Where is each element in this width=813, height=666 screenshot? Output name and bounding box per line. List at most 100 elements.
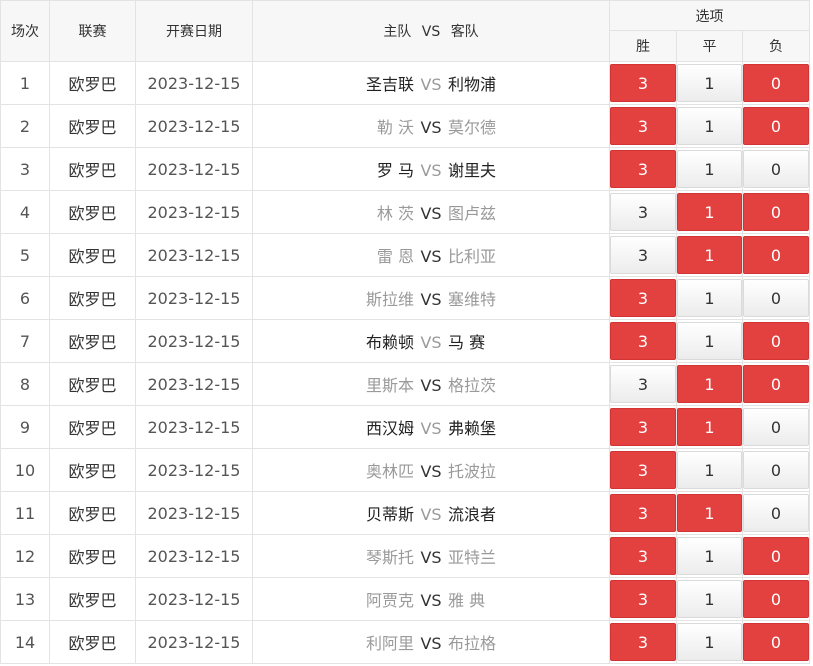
- home-team: 贝蒂斯: [365, 505, 414, 524]
- lose-option-button[interactable]: 0: [743, 365, 809, 403]
- win-option-cell: 3: [609, 190, 677, 234]
- lose-option-button[interactable]: 0: [743, 236, 809, 274]
- win-option-button[interactable]: 3: [610, 322, 676, 360]
- vs-label: VS: [420, 290, 442, 309]
- table-row: 6 欧罗巴 2023-12-15 斯拉维 VS 塞维特 3 1 0: [0, 276, 811, 320]
- draw-option-button[interactable]: 1: [677, 451, 742, 489]
- win-option-button[interactable]: 3: [610, 365, 676, 403]
- table-row: 4 欧罗巴 2023-12-15 林 茨 VS 图卢兹 3 1 0: [0, 190, 811, 234]
- lose-option-cell: 0: [741, 491, 811, 535]
- row-match: 林 茨 VS 图卢兹: [252, 190, 610, 234]
- draw-option-button[interactable]: 1: [677, 365, 742, 403]
- table-row: 8 欧罗巴 2023-12-15 里斯本 VS 格拉茨 3 1 0: [0, 362, 811, 406]
- draw-option-button[interactable]: 1: [677, 494, 742, 532]
- draw-option-cell: 1: [676, 104, 743, 148]
- win-option-button[interactable]: 3: [610, 150, 676, 188]
- win-option-button[interactable]: 3: [610, 623, 676, 661]
- match-selection-panel: 场次 联赛 开赛日期 主队 VS 客队 选项 胜 平 负 1 欧罗巴 2023-12…: [0, 0, 813, 666]
- win-option-button[interactable]: 3: [610, 236, 676, 274]
- vs-label: VS: [420, 161, 442, 180]
- lose-option-button[interactable]: 0: [743, 451, 809, 489]
- win-option-button[interactable]: 3: [610, 279, 676, 317]
- vs-label: VS: [420, 419, 442, 438]
- away-team: 流浪者: [448, 505, 497, 524]
- away-team: 马 赛: [448, 333, 486, 352]
- table-row: 10 欧罗巴 2023-12-15 奥林匹 VS 托波拉 3 1 0: [0, 448, 811, 492]
- row-number: 6: [0, 276, 50, 320]
- draw-option-cell: 1: [676, 534, 743, 578]
- draw-option-cell: 1: [676, 319, 743, 363]
- win-option-cell: 3: [609, 104, 677, 148]
- header-vs: VS: [421, 24, 441, 40]
- win-option-button[interactable]: 3: [610, 537, 676, 575]
- draw-option-button[interactable]: 1: [677, 64, 742, 102]
- row-league: 欧罗巴: [49, 534, 136, 578]
- row-match: 西汉姆 VS 弗赖堡: [252, 405, 610, 449]
- row-league: 欧罗巴: [49, 190, 136, 234]
- win-option-button[interactable]: 3: [610, 580, 676, 618]
- vs-label: VS: [420, 333, 442, 352]
- vs-label: VS: [420, 462, 442, 481]
- row-date: 2023-12-15: [135, 405, 253, 449]
- lose-option-button[interactable]: 0: [743, 322, 809, 360]
- lose-option-button[interactable]: 0: [743, 537, 809, 575]
- win-option-button[interactable]: 3: [610, 64, 676, 102]
- win-option-cell: 3: [609, 577, 677, 621]
- match-rows: 1 欧罗巴 2023-12-15 圣吉联 VS 利物浦 3 1 0 2 欧罗巴 2023-12-15 勒…: [0, 61, 811, 664]
- lose-option-button[interactable]: 0: [743, 64, 809, 102]
- header-match: 主队 VS 客队: [252, 0, 610, 62]
- table-row: 13 欧罗巴 2023-12-15 阿贾克 VS 雅 典 310: [0, 577, 811, 621]
- draw-option-button[interactable]: 1: [677, 236, 742, 274]
- table-row: 9 欧罗巴 2023-12-15 西汉姆 VS 弗赖堡 3 1 0: [0, 405, 811, 449]
- draw-option-button[interactable]: 1: [677, 107, 742, 145]
- row-match: 贝蒂斯 VS 流浪者: [252, 491, 610, 535]
- lose-option-cell: 0: [741, 104, 811, 148]
- row-match: 利阿里 VS 布拉格: [252, 620, 610, 664]
- draw-option-button[interactable]: 1: [677, 623, 742, 661]
- win-option-cell: 3: [609, 319, 677, 363]
- draw-option-button[interactable]: 1: [677, 580, 742, 618]
- draw-option-cell: 1: [676, 577, 743, 621]
- lose-option-button[interactable]: 0: [743, 279, 809, 317]
- table-row: 7 欧罗巴 2023-12-15 布赖顿 VS 马 赛 310: [0, 319, 811, 363]
- win-option-button[interactable]: 3: [610, 494, 676, 532]
- vs-label: VS: [420, 204, 442, 223]
- win-option-cell: 3: [609, 233, 677, 277]
- draw-option-button[interactable]: 1: [677, 537, 742, 575]
- match-table: 场次 联赛 开赛日期 主队 VS 客队 选项 胜 平 负 1 欧罗巴 2023-12…: [0, 0, 811, 664]
- away-team: 弗赖堡: [448, 419, 497, 438]
- row-match: 斯拉维 VS 塞维特: [252, 276, 610, 320]
- draw-option-button[interactable]: 1: [677, 322, 742, 360]
- away-team: 塞维特: [448, 290, 497, 309]
- lose-option-button[interactable]: 0: [743, 580, 809, 618]
- lose-option-button[interactable]: 0: [743, 623, 809, 661]
- lose-option-button[interactable]: 0: [743, 150, 809, 188]
- win-option-button[interactable]: 3: [610, 107, 676, 145]
- draw-option-button[interactable]: 1: [677, 408, 742, 446]
- home-team: 圣吉联: [365, 75, 414, 94]
- draw-option-cell: 1: [676, 147, 743, 191]
- draw-option-button[interactable]: 1: [677, 193, 742, 231]
- header-lose: 负: [741, 30, 811, 62]
- draw-option-button[interactable]: 1: [677, 150, 742, 188]
- win-option-cell: 3: [609, 620, 677, 664]
- win-option-button[interactable]: 3: [610, 193, 676, 231]
- row-number: 13: [0, 577, 50, 621]
- row-date: 2023-12-15: [135, 491, 253, 535]
- lose-option-button[interactable]: 0: [743, 107, 809, 145]
- row-date: 2023-12-15: [135, 577, 253, 621]
- lose-option-button[interactable]: 0: [743, 494, 809, 532]
- draw-option-button[interactable]: 1: [677, 279, 742, 317]
- home-team: 西汉姆: [365, 419, 414, 438]
- win-option-button[interactable]: 3: [610, 451, 676, 489]
- row-date: 2023-12-15: [135, 61, 253, 105]
- win-option-button[interactable]: 3: [610, 408, 676, 446]
- win-option-cell: 3: [609, 448, 677, 492]
- row-date: 2023-12-15: [135, 190, 253, 234]
- table-row: 1 欧罗巴 2023-12-15 圣吉联 VS 利物浦 3 1 0: [0, 61, 811, 105]
- lose-option-button[interactable]: 0: [743, 408, 809, 446]
- lose-option-button[interactable]: 0: [743, 193, 809, 231]
- vs-label: VS: [420, 634, 442, 653]
- row-league: 欧罗巴: [49, 448, 136, 492]
- vs-label: VS: [420, 75, 442, 94]
